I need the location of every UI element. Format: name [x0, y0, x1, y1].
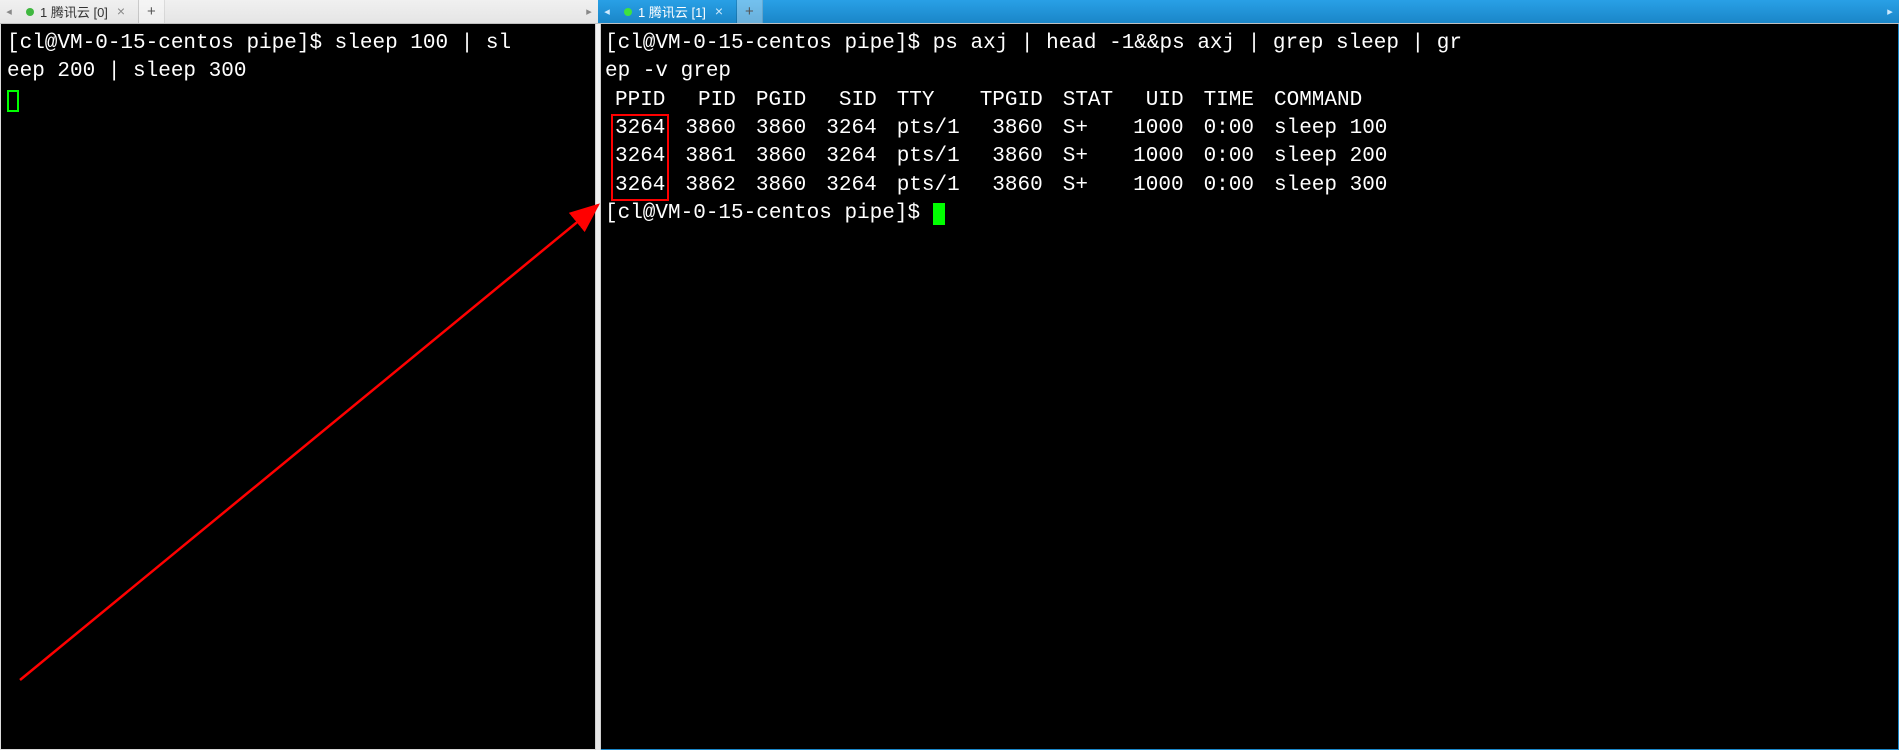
ps-cell-tpgid: 3860 — [970, 143, 1053, 171]
ps-cell-command: sleep 200 — [1264, 143, 1397, 171]
command-text-line1: sleep 100 | sl — [335, 32, 511, 55]
ps-header-stat: STAT — [1053, 87, 1123, 115]
ps-cell-sid: 3264 — [816, 143, 886, 171]
cursor-icon — [933, 203, 945, 225]
ps-header-pid: PID — [675, 87, 745, 115]
ps-cell-stat: S+ — [1053, 115, 1123, 143]
table-row: 3264386238603264pts/13860S+10000:00sleep… — [605, 172, 1397, 200]
ppid-highlight-annotation — [611, 114, 669, 201]
tabs-scroll-left-icon[interactable]: ◂ — [0, 0, 18, 23]
ps-cell-command: sleep 300 — [1264, 172, 1397, 200]
connection-status-icon — [624, 8, 632, 16]
ps-cell-pid: 3860 — [675, 115, 745, 143]
ps-header-ppid: PPID — [605, 87, 675, 115]
ps-cell-tty: pts/1 — [887, 143, 970, 171]
add-tab-button[interactable]: + — [139, 0, 165, 23]
ps-cell-time: 0:00 — [1194, 172, 1264, 200]
ps-output-table: PPIDPIDPGIDSIDTTYTPGIDSTATUIDTIMECOMMAND… — [605, 87, 1397, 200]
tab-right-0[interactable]: 1 腾讯云 [1] × — [616, 0, 737, 23]
tab-label: 1 腾讯云 [1] — [638, 2, 706, 21]
tab-label: 1 腾讯云 [0] — [40, 2, 108, 21]
ps-cell-pgid: 3860 — [746, 143, 816, 171]
ps-cell-sid: 3264 — [816, 172, 886, 200]
table-row: 3264386038603264pts/13860S+10000:00sleep… — [605, 115, 1397, 143]
ps-cell-tty: pts/1 — [887, 115, 970, 143]
ps-header-tpgid: TPGID — [970, 87, 1053, 115]
terminal-pane-right: ◂ 1 腾讯云 [1] × + ▸ [cl@VM-0-15-centos pip… — [598, 0, 1899, 750]
ps-cell-uid: 1000 — [1123, 172, 1193, 200]
command-text-line2: ep -v grep — [605, 60, 731, 83]
tabstrip-right: ◂ 1 腾讯云 [1] × + ▸ — [598, 0, 1899, 24]
ps-cell-pgid: 3860 — [746, 172, 816, 200]
ps-cell-stat: S+ — [1053, 143, 1123, 171]
tabs-scroll-right-icon[interactable]: ▸ — [1881, 0, 1899, 23]
ps-header-pgid: PGID — [746, 87, 816, 115]
tabs-scroll-left-icon[interactable]: ◂ — [598, 0, 616, 23]
ps-header-tty: TTY — [887, 87, 970, 115]
ps-cell-tty: pts/1 — [887, 172, 970, 200]
shell-prompt: [cl@VM-0-15-centos pipe]$ — [605, 32, 920, 55]
ps-header-command: COMMAND — [1264, 87, 1397, 115]
ps-cell-command: sleep 100 — [1264, 115, 1397, 143]
close-icon[interactable]: × — [114, 5, 128, 19]
ps-cell-pid: 3862 — [675, 172, 745, 200]
ps-header-time: TIME — [1194, 87, 1264, 115]
shell-prompt: [cl@VM-0-15-centos pipe]$ — [7, 32, 322, 55]
pane-splitter[interactable] — [595, 24, 601, 750]
terminal-left[interactable]: [cl@VM-0-15-centos pipe]$ sleep 100 | sl… — [0, 24, 598, 750]
add-tab-button[interactable]: + — [737, 0, 763, 23]
tabstrip-left: ◂ 1 腾讯云 [0] × + ▸ — [0, 0, 598, 24]
shell-prompt-2: [cl@VM-0-15-centos pipe]$ — [605, 202, 920, 225]
ps-cell-stat: S+ — [1053, 172, 1123, 200]
ps-header-sid: SID — [816, 87, 886, 115]
command-text-line1: ps axj | head -1&&ps axj | grep sleep | … — [933, 32, 1462, 55]
ps-cell-sid: 3264 — [816, 115, 886, 143]
ps-cell-time: 0:00 — [1194, 143, 1264, 171]
ps-cell-tpgid: 3860 — [970, 115, 1053, 143]
table-row: 3264386138603264pts/13860S+10000:00sleep… — [605, 143, 1397, 171]
ps-cell-time: 0:00 — [1194, 115, 1264, 143]
tabs-scroll-right-icon[interactable]: ▸ — [580, 0, 598, 23]
connection-status-icon — [26, 8, 34, 16]
tab-left-0[interactable]: 1 腾讯云 [0] × — [18, 0, 139, 23]
terminal-right[interactable]: [cl@VM-0-15-centos pipe]$ ps axj | head … — [598, 24, 1899, 750]
cursor-icon — [7, 90, 19, 112]
ps-cell-tpgid: 3860 — [970, 172, 1053, 200]
command-text-line2: eep 200 | sleep 300 — [7, 60, 246, 83]
ps-cell-pgid: 3860 — [746, 115, 816, 143]
close-icon[interactable]: × — [712, 5, 726, 19]
ps-cell-uid: 1000 — [1123, 115, 1193, 143]
ps-cell-uid: 1000 — [1123, 143, 1193, 171]
ps-cell-pid: 3861 — [675, 143, 745, 171]
ps-header-uid: UID — [1123, 87, 1193, 115]
terminal-pane-left: ◂ 1 腾讯云 [0] × + ▸ [cl@VM-0-15-centos pip… — [0, 0, 598, 750]
